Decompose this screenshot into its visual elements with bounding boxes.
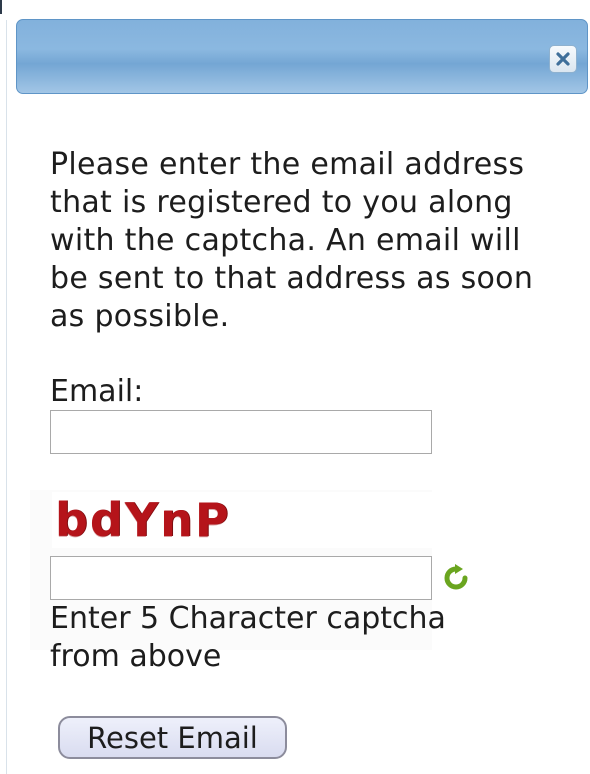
email-field[interactable] <box>50 410 432 454</box>
captcha-image: bdYnP <box>52 492 432 548</box>
captcha-field[interactable] <box>50 556 432 600</box>
top-edge <box>0 0 590 14</box>
instructions-text: Please enter the email address that is r… <box>50 147 534 334</box>
reset-email-dialog: Please enter the email address that is r… <box>0 0 590 774</box>
dialog-title-bar[interactable] <box>16 19 588 94</box>
email-label: Email: <box>50 374 144 409</box>
close-icon <box>556 52 570 66</box>
close-button[interactable] <box>549 45 577 73</box>
dialog-left-border <box>6 20 7 774</box>
captcha-image-text: bdYnP <box>55 493 231 547</box>
refresh-icon[interactable] <box>442 564 470 592</box>
captcha-hint: Enter 5 Character captcha from above <box>50 601 446 674</box>
reset-email-button[interactable]: Reset Email <box>58 716 287 759</box>
